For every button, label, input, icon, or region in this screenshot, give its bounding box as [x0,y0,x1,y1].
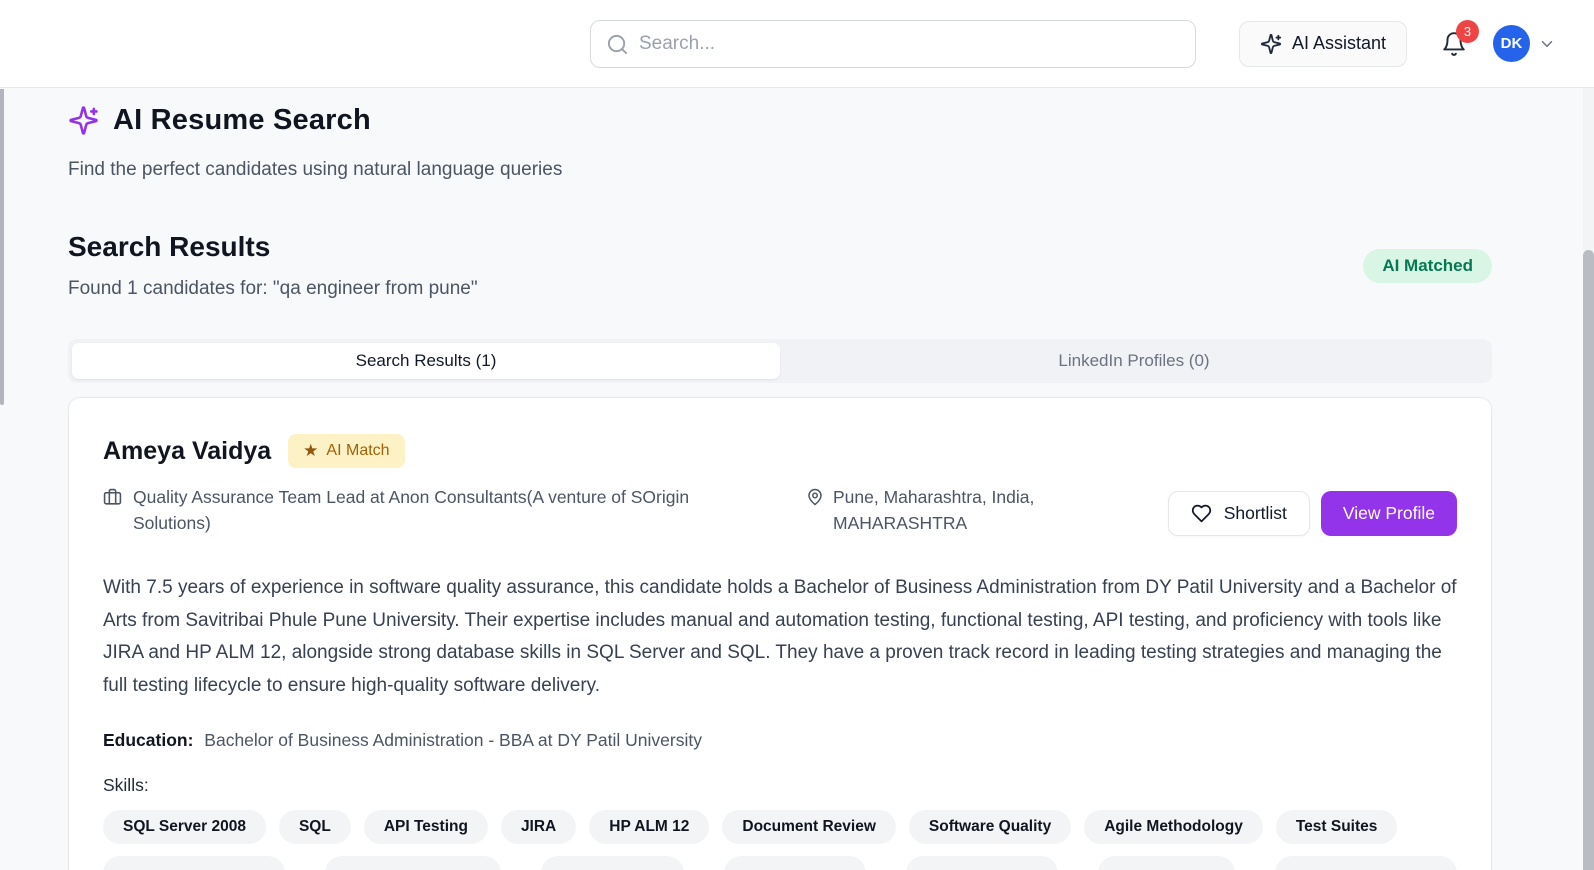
results-heading: Search Results [68,231,271,262]
heart-icon [1191,503,1212,524]
skills-label: Skills: [103,775,149,795]
star-icon: ★ [303,441,319,460]
candidate-location-block: Pune, Maharashtra, India, MAHARASHTRA [806,484,1076,536]
page-subtitle: Find the perfect candidates using natura… [68,159,563,180]
education-row: Education: Bachelor of Business Administ… [103,730,1457,751]
skill-chip-partial [1275,856,1457,870]
page-title: AI Resume Search [113,104,371,136]
education-value: Bachelor of Business Administration - BB… [204,730,702,750]
right-scrollbar-thumb[interactable] [1583,250,1594,870]
skill-chip: Agile Methodology [1084,810,1263,844]
page-title-row: AI Resume Search [68,104,1492,137]
skill-chip: SQL [278,810,351,844]
results-header: Search Results Found 1 candidates for: "… [68,231,1492,300]
skill-chip: API Testing [363,810,488,844]
ai-assistant-label: AI Assistant [1291,33,1386,53]
global-search [590,19,1196,68]
skill-chip-partial [541,856,684,870]
candidate-job-title-block: Quality Assurance Team Lead at Anon Cons… [103,484,763,536]
notifications-button[interactable]: 3 [1441,19,1479,57]
skill-chip-partial [324,856,502,870]
candidate-info-row: Quality Assurance Team Lead at Anon Cons… [103,484,1457,536]
tab-linkedin-profiles[interactable]: LinkedIn Profiles (0) [780,343,1488,379]
skill-chip: Test Suites [1275,810,1398,844]
ai-match-badge: ★ AI Match [288,434,405,468]
candidate-location: Pune, Maharashtra, India, MAHARASHTRA [833,487,1035,533]
skill-chip-partial [723,856,866,870]
skills-chips-row-2 [103,856,1457,870]
tab-search-results[interactable]: Search Results (1) [72,343,780,379]
ai-matched-badge: AI Matched [1363,249,1492,283]
ai-assistant-button[interactable]: AI Assistant [1238,20,1407,67]
shortlist-button[interactable]: Shortlist [1167,491,1310,536]
results-tabs: Search Results (1) LinkedIn Profiles (0) [68,339,1492,383]
top-header: AI Assistant 3 DK [0,0,1594,88]
skill-chip: HP ALM 12 [589,810,710,844]
candidate-actions: Shortlist View Profile [1167,491,1457,536]
skill-chip: SQL Server 2008 [103,810,266,844]
sparkles-icon [1260,33,1282,55]
briefcase-icon [103,488,122,536]
view-profile-button[interactable]: View Profile [1320,491,1457,536]
education-label: Education: [103,730,194,750]
map-pin-icon [806,488,824,536]
candidate-job-title: Quality Assurance Team Lead at Anon Cons… [133,487,690,533]
shortlist-label: Shortlist [1223,503,1287,523]
header-actions: AI Assistant 3 DK [1238,19,1556,67]
skills-chips-row: SQL Server 2008 SQL API Testing JIRA HP … [103,810,1457,844]
candidate-name: Ameya Vaidya [103,436,272,465]
candidate-summary: With 7.5 years of experience in software… [103,577,1457,696]
search-input[interactable] [590,19,1196,68]
skill-chip: Document Review [722,810,896,844]
skill-chip: Software Quality [908,810,1072,844]
skill-chip: JIRA [500,810,577,844]
left-scrollbar-thumb[interactable] [0,89,4,405]
notification-count-badge: 3 [1456,19,1479,43]
candidate-card: Ameya Vaidya ★ AI Match Quality Assuranc… [68,397,1492,870]
candidate-name-row: Ameya Vaidya ★ AI Match [103,434,1457,468]
skill-chip-partial [1098,856,1236,870]
main-content: AI Resume Search Find the perfect candid… [0,88,1594,870]
results-summary: Found 1 candidates for: "qa engineer fro… [68,278,478,299]
ai-sparkles-icon [68,105,99,136]
user-avatar[interactable]: DK [1493,25,1530,62]
search-icon [606,33,629,56]
skill-chip-partial [103,856,285,870]
skill-chip-partial [905,856,1058,870]
ai-match-label: AI Match [326,442,390,459]
chevron-down-icon[interactable] [1538,35,1556,53]
